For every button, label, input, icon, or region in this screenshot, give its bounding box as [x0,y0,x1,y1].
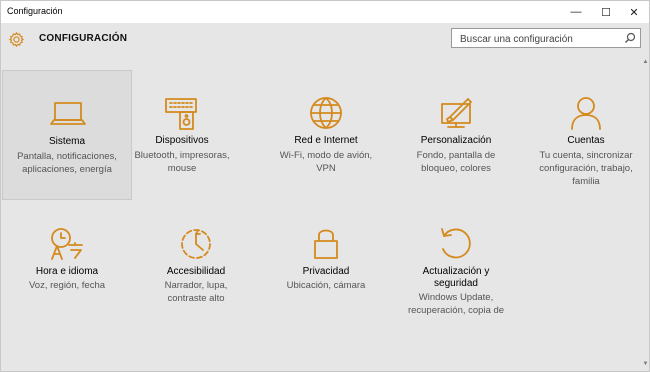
tile-desc: Pantalla, notificaciones, aplicaciones, e… [17,151,117,175]
search-box[interactable] [451,28,641,48]
search-input[interactable] [458,31,622,47]
tile-desc: Bluetooth, impresoras, mouse [134,150,230,174]
search-icon[interactable] [624,32,636,44]
tile-cuentas[interactable]: Cuentas Tu cuenta, sincronizar configurac… [521,70,650,200]
title-bar: Configuración — ☐ ✕ [1,1,649,23]
laptop-icon [50,102,86,125]
tile-label: Personalización [420,135,492,146]
keyboard-speaker-icon [165,98,197,130]
tile-hora-idioma[interactable]: Hora e idioma Voz, región, fecha [2,211,132,341]
tile-desc: Fondo, pantalla de bloqueo, colores [416,150,496,174]
gear-icon [9,32,24,47]
tile-label: Actualización y seguridad [422,266,490,289]
tile-desc: Voz, región, fecha [28,280,106,291]
scroll-up-icon[interactable]: ▲ [642,59,649,67]
accessibility-icon [181,229,211,259]
minimize-button[interactable]: — [561,1,591,23]
close-button[interactable]: ✕ [619,1,649,23]
tile-privacidad[interactable]: Privacidad Ubicación, cámara [261,211,391,341]
update-icon [441,228,471,259]
tile-desc: Wi-Fi, modo de avión, VPN [279,150,373,174]
tile-desc: Narrador, lupa, contraste alto [164,280,228,304]
scroll-down-icon[interactable]: ▼ [642,361,649,369]
lock-icon [314,229,338,259]
window-title: Configuración [7,6,63,16]
tile-label: Dispositivos [155,135,209,146]
tile-dispositivos[interactable]: Dispositivos Bluetooth, impresoras, mouse [117,70,247,200]
tile-personalizacion[interactable]: Personalización Fondo, pantalla de bloque… [391,70,521,200]
globe-icon [310,97,342,129]
maximize-button[interactable]: ☐ [591,1,621,23]
page-title: CONFIGURACIÓN [39,33,128,44]
person-icon [571,97,601,130]
tile-label: Privacidad [302,266,350,277]
tile-sistema[interactable]: Sistema Pantalla, notificaciones, aplicac… [2,70,132,200]
tile-desc: Windows Update, recuperación, copia de [407,292,505,316]
tile-label: Cuentas [567,135,605,146]
tile-actualizacion-seguridad[interactable]: Actualización y seguridad Windows Update,… [391,211,521,341]
tile-label: Hora e idioma [35,266,99,277]
tile-label: Red e Internet [294,135,358,146]
tile-label: Accesibilidad [166,266,226,277]
tile-red-internet[interactable]: Red e Internet Wi-Fi, modo de avión, VPN [261,70,391,200]
tile-label: Sistema [48,136,86,147]
settings-window: Configuración — ☐ ✕ CONFIGURACIÓN ▲ ▼ Si… [0,0,650,372]
settings-header: CONFIGURACIÓN [1,23,649,59]
tile-desc: Ubicación, cámara [286,280,366,291]
time-language-icon [51,228,83,260]
tile-accesibilidad[interactable]: Accesibilidad Narrador, lupa, contraste a… [131,211,261,341]
tile-desc: Tu cuenta, sincronizar configuración, tra… [539,150,633,187]
paint-icon [441,98,472,128]
